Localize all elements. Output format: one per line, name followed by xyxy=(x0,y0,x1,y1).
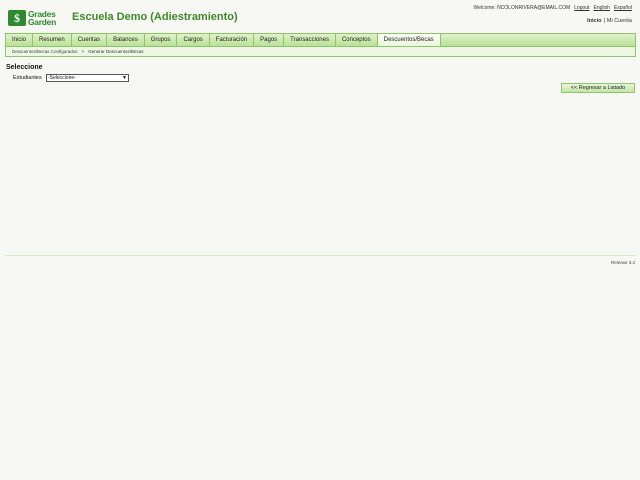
app-title: Escuela Demo (Adiestramiento) xyxy=(72,11,238,23)
breadcrumb-current: Generar Descuentos/Becas xyxy=(88,49,144,54)
students-select-value: -Seleccione- xyxy=(48,75,76,81)
english-link[interactable]: English xyxy=(594,5,610,11)
page: $ Grades Garden Escuela Demo (Adiestrami… xyxy=(0,0,640,480)
nav-item-conceptos[interactable]: Conceptos xyxy=(336,34,378,46)
logo-mark-icon: $ xyxy=(8,10,26,26)
footer-divider xyxy=(5,255,636,256)
chevron-down-icon: ▼ xyxy=(122,75,127,81)
breadcrumb-separator: > xyxy=(81,49,85,54)
welcome-text: Welcome: NCOLONRIVERA@EMAIL.COM xyxy=(473,5,571,11)
breadcrumb: Descuentos/Becas Configurados > Generar … xyxy=(5,47,636,57)
students-select[interactable]: -Seleccione- ▼ xyxy=(46,74,129,82)
release-version: Release 3.3 xyxy=(610,260,635,265)
account-links-separator: | xyxy=(603,18,605,24)
grades-garden-logo[interactable]: $ Grades Garden xyxy=(8,9,62,27)
breadcrumb-link-descuentos-configurados[interactable]: Descuentos/Becas Configurados xyxy=(12,49,78,54)
logout-link[interactable]: Logout xyxy=(574,5,589,11)
nav-item-facturacion[interactable]: Facturación xyxy=(210,34,255,46)
account-links: Inicio | Mi Cuenta xyxy=(587,18,632,24)
nav-item-descuentos-becas[interactable]: Descuentos/Becas xyxy=(377,34,441,46)
nav-item-resumen[interactable]: Resumen xyxy=(33,34,72,46)
nav-item-cargos[interactable]: Cargos xyxy=(177,34,210,46)
back-to-list-button[interactable]: << Regresar a Listado xyxy=(561,83,635,93)
nav-item-inicio[interactable]: Inicio xyxy=(6,34,34,46)
logo-text: Grades Garden xyxy=(28,10,56,27)
nav-item-cuentas[interactable]: Cuentas xyxy=(72,34,108,46)
my-account-link[interactable]: Mi Cuenta xyxy=(607,18,632,24)
home-link[interactable]: Inicio xyxy=(587,18,601,24)
section-title: Seleccione xyxy=(6,64,43,71)
students-label: Estudiantes xyxy=(13,75,42,81)
nav-item-grupos[interactable]: Grupos xyxy=(145,34,178,46)
nav-item-balances[interactable]: Balances xyxy=(107,34,145,46)
espanol-link[interactable]: Español xyxy=(614,5,632,11)
logo-text-line2: Garden xyxy=(28,17,56,27)
nav-item-pagos[interactable]: Pagos xyxy=(254,34,285,46)
top-links: Welcome: NCOLONRIVERA@EMAIL.COM Logout E… xyxy=(474,5,632,11)
main-nav: Inicio Resumen Cuentas Balances Grupos C… xyxy=(5,33,636,47)
nav-item-transacciones[interactable]: Transacciones xyxy=(284,34,336,46)
